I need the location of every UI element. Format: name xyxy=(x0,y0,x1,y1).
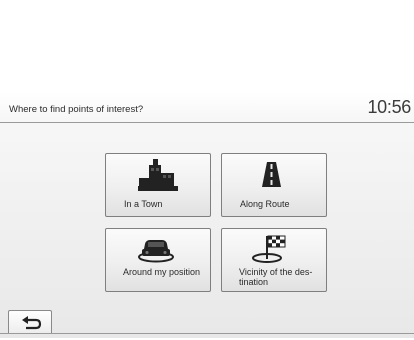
back-button[interactable] xyxy=(8,310,52,334)
town-buildings-icon xyxy=(138,159,178,191)
poi-search-screen: Where to find points of interest? 10:56 … xyxy=(0,0,414,338)
page-title: Where to find points of interest? xyxy=(9,104,144,115)
header-bar: Where to find points of interest? 10:56 xyxy=(0,96,414,122)
footer-divider xyxy=(0,333,414,334)
tile-label: Vicinity of the des-tination xyxy=(239,267,313,287)
tile-label: In a Town xyxy=(124,199,163,209)
clock: 10:56 xyxy=(367,97,411,117)
vicinity-of-destination-button[interactable]: Vicinity of the des-tination xyxy=(221,228,327,292)
in-a-town-button[interactable]: In a Town xyxy=(105,153,211,217)
tile-label: Around my position xyxy=(123,267,201,277)
header-divider xyxy=(0,122,414,123)
around-my-position-button[interactable]: Around my position xyxy=(105,228,211,292)
tile-label: Along Route xyxy=(240,199,290,209)
car-position-icon xyxy=(138,240,174,263)
back-arrow-icon xyxy=(22,316,42,330)
road-route-icon xyxy=(262,162,281,187)
along-route-button[interactable]: Along Route xyxy=(221,153,327,217)
destination-flag-icon xyxy=(252,235,286,263)
